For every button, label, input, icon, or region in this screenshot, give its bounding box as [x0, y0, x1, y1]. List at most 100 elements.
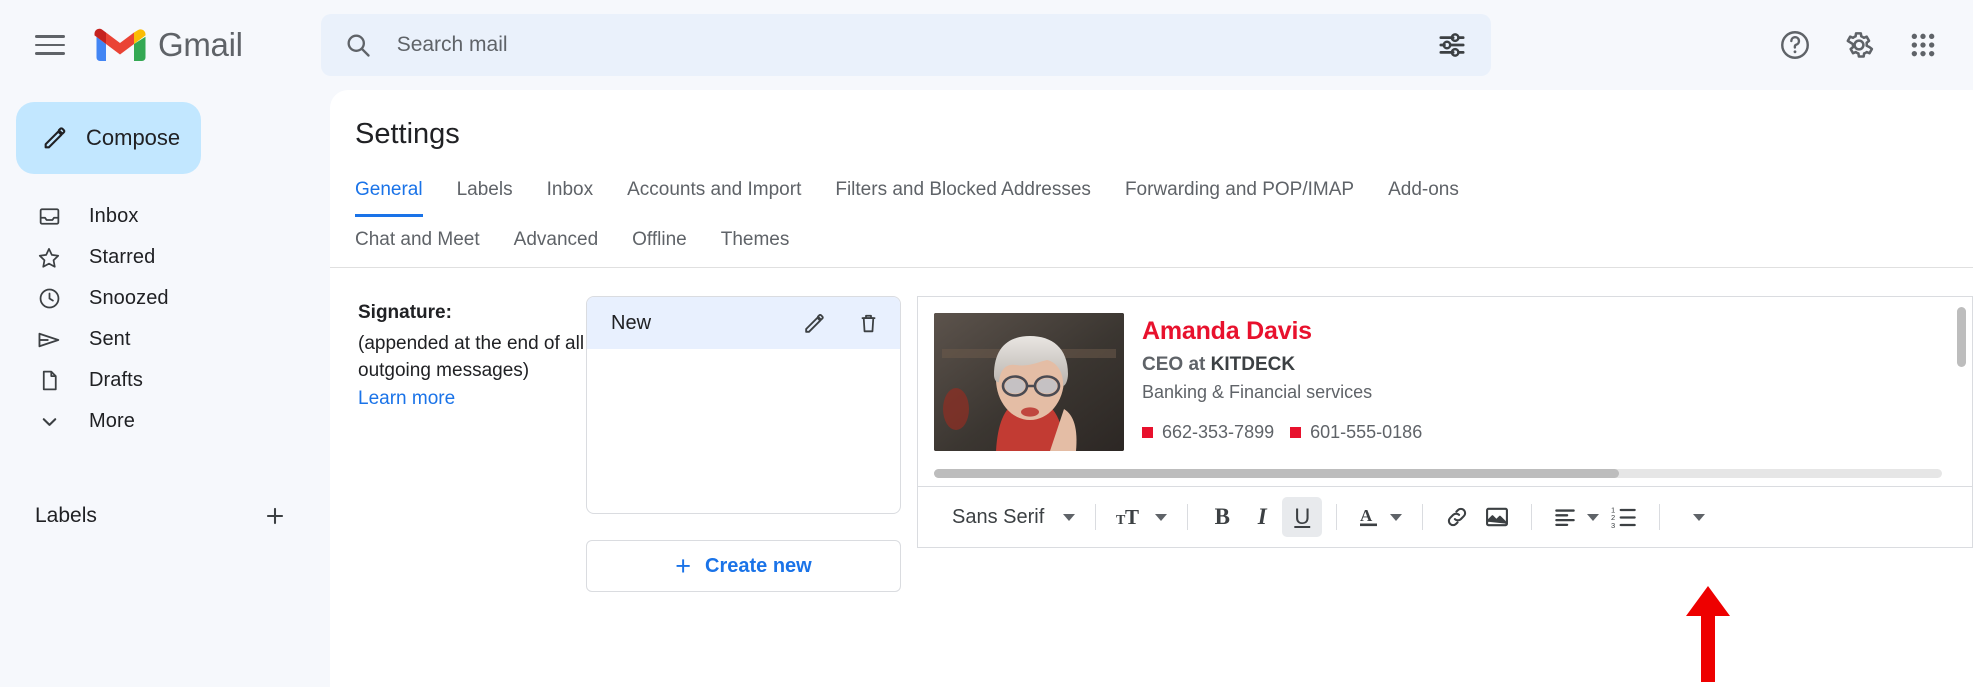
text-size-icon: T T — [1116, 505, 1139, 529]
help-icon — [1781, 31, 1809, 59]
signature-phone: 662-353-7899 — [1142, 422, 1274, 443]
help-button[interactable] — [1767, 17, 1823, 73]
signature-format-toolbar: Sans Serif T T B I U A 1 2 3 — [917, 486, 1973, 548]
signature-person-name: Amanda Davis — [1142, 317, 1312, 345]
signature-preview[interactable]: Amanda Davis CEO at KITDECK Banking & Fi… — [917, 296, 1973, 486]
settings-panel: Settings General Labels Inbox Accounts a… — [330, 90, 1973, 687]
top-bar: Gmail — [0, 0, 1973, 90]
learn-more-link[interactable]: Learn more — [358, 388, 455, 410]
more-formatting-options-button[interactable] — [1674, 497, 1714, 537]
text-color-button[interactable]: A — [1351, 497, 1408, 537]
bold-button[interactable]: B — [1202, 497, 1242, 537]
sidebar-nav-list: Inbox Starred Snoozed Sent Drafts More — [0, 196, 330, 442]
inbox-icon — [35, 203, 63, 231]
tab-chat-and-meet[interactable]: Chat and Meet — [355, 223, 480, 267]
create-new-signature-button[interactable]: + Create new — [586, 540, 901, 592]
signature-label-column: Signature: (appended at the end of all o… — [358, 296, 586, 687]
more-options-icon — [1692, 513, 1705, 521]
chevron-down-icon — [35, 408, 63, 436]
chevron-down-icon — [1155, 513, 1168, 521]
signature-name: New — [611, 311, 652, 334]
create-label-button[interactable] — [260, 501, 290, 531]
signature-label: Signature: — [358, 302, 452, 323]
text-color-icon: A — [1360, 506, 1378, 527]
svg-text:A: A — [1360, 506, 1373, 525]
tab-accounts-and-import[interactable]: Accounts and Import — [627, 173, 801, 217]
link-icon — [1448, 507, 1467, 527]
settings-tabs-row-2: Chat and Meet Advanced Offline Themes — [355, 223, 1973, 267]
underline-label: U — [1294, 504, 1311, 529]
google-apps-grid-icon — [1911, 33, 1935, 57]
tab-general[interactable]: General — [355, 173, 423, 217]
search-input[interactable] — [396, 33, 1435, 57]
clock-icon — [35, 285, 63, 313]
sidebar-item-inbox[interactable]: Inbox — [0, 196, 316, 237]
search-icon[interactable] — [343, 30, 373, 60]
signature-list-item[interactable]: New — [587, 297, 900, 349]
send-icon — [35, 326, 63, 354]
settings-content: Signature: (appended at the end of all o… — [330, 268, 1973, 687]
signature-role-prefix: CEO at — [1142, 354, 1211, 375]
sidebar-item-snoozed[interactable]: Snoozed — [0, 278, 316, 319]
gmail-brand[interactable]: Gmail — [94, 25, 243, 65]
pencil-icon — [804, 313, 824, 333]
signature-company: KITDECK — [1210, 354, 1296, 375]
bold-label: B — [1214, 504, 1230, 529]
tab-themes[interactable]: Themes — [721, 223, 790, 267]
plus-icon: + — [675, 550, 692, 581]
brand-name: Gmail — [158, 26, 243, 63]
numbered-list-button[interactable]: 1 2 3 — [1605, 497, 1645, 537]
align-button[interactable] — [1546, 497, 1605, 537]
create-new-label: Create new — [705, 554, 812, 577]
insert-image-icon — [1486, 507, 1509, 527]
signature-phone-number: 662-353-7899 — [1162, 422, 1275, 442]
sidebar-item-sent[interactable]: Sent — [0, 319, 316, 360]
settings-button[interactable] — [1831, 17, 1887, 73]
numbered-list-icon: 1 2 3 — [1611, 506, 1637, 530]
insert-link-button[interactable] — [1437, 497, 1477, 537]
signature-industry: Banking & Financial services — [1142, 382, 1373, 402]
compose-button[interactable]: Compose — [16, 102, 201, 174]
horizontal-scrollbar[interactable] — [934, 469, 1942, 478]
gmail-logo-icon — [94, 28, 146, 62]
google-apps-button[interactable] — [1895, 17, 1951, 73]
sidebar-item-starred[interactable]: Starred — [0, 237, 316, 278]
tab-offline[interactable]: Offline — [632, 223, 687, 267]
sidebar-item-drafts[interactable]: Drafts — [0, 360, 316, 401]
signature-photo — [934, 313, 1124, 451]
document-icon — [35, 367, 63, 395]
hamburger-menu-icon — [35, 35, 65, 55]
horizontal-scrollbar-thumb[interactable] — [934, 469, 1620, 478]
labels-section-header: Labels — [0, 494, 330, 538]
font-size-dropdown[interactable]: T T — [1110, 497, 1173, 537]
tab-advanced[interactable]: Advanced — [514, 223, 599, 267]
signature-item-actions — [800, 309, 882, 337]
tab-forwarding-and-pop-imap[interactable]: Forwarding and POP/IMAP — [1125, 173, 1354, 217]
sidebar-item-label: Inbox — [89, 205, 139, 227]
chevron-down-icon — [1390, 513, 1403, 521]
tab-add-ons[interactable]: Add-ons — [1388, 173, 1459, 217]
toolbar-divider — [1659, 504, 1661, 530]
square-bullet-icon — [1142, 427, 1153, 438]
tab-filters-and-blocked-addresses[interactable]: Filters and Blocked Addresses — [835, 173, 1091, 217]
search-bar[interactable] — [320, 14, 1491, 76]
vertical-scrollbar-thumb[interactable] — [1957, 307, 1966, 367]
plus-icon — [266, 507, 284, 525]
delete-signature-button[interactable] — [854, 309, 882, 337]
font-family-dropdown[interactable]: Sans Serif — [936, 497, 1081, 537]
search-options-icon[interactable] — [1435, 28, 1469, 62]
align-left-icon — [1555, 509, 1576, 526]
tab-labels[interactable]: Labels — [457, 173, 513, 217]
italic-label: I — [1257, 504, 1267, 529]
signature-editor-column: New + Create new Amanda Davis CEO at KIT… — [586, 296, 1973, 687]
sidebar-item-more[interactable]: More — [0, 401, 316, 442]
tab-inbox[interactable]: Inbox — [547, 173, 593, 217]
edit-signature-button[interactable] — [800, 309, 828, 337]
main-menu-button[interactable] — [20, 15, 80, 75]
italic-button[interactable]: I — [1242, 497, 1282, 537]
insert-image-button[interactable] — [1477, 497, 1517, 537]
sidebar-item-label: Starred — [89, 246, 156, 268]
sidebar-item-label: Sent — [89, 328, 131, 350]
sidebar: Compose Inbox Starred Snoozed Sent Draft… — [0, 90, 330, 687]
underline-button[interactable]: U — [1282, 497, 1323, 537]
